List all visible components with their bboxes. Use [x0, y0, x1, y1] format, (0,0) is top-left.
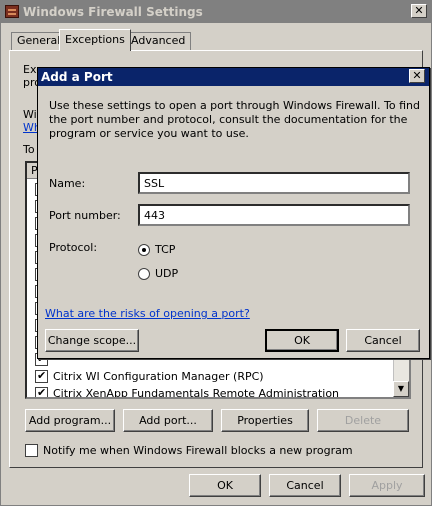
dialog-close-button[interactable]: ✕ [409, 69, 425, 83]
name-field[interactable] [138, 172, 410, 194]
window-titlebar[interactable]: Windows Firewall Settings ✕ [1, 1, 432, 23]
name-label: Name: [49, 177, 86, 190]
add-port-dialog: Add a Port ✕ Use these settings to open … [37, 67, 430, 359]
dialog-description: Use these settings to open a port throug… [49, 99, 420, 140]
dialog-title: Add a Port [41, 70, 113, 84]
notify-label: Notify me when Windows Firewall blocks a… [43, 444, 353, 457]
list-item-checkbox[interactable] [35, 369, 48, 383]
window-title: Windows Firewall Settings [23, 5, 203, 19]
firewall-icon [5, 5, 19, 18]
change-scope-button[interactable]: Change scope... [45, 329, 139, 352]
port-risks-link[interactable]: What are the risks of opening a port? [45, 307, 250, 320]
properties-button[interactable]: Properties [221, 409, 309, 432]
scroll-down-arrow-icon[interactable]: ▼ [393, 381, 409, 397]
ok-button[interactable]: OK [189, 474, 261, 497]
notify-checkbox[interactable] [25, 444, 38, 457]
add-port-button[interactable]: Add port... [123, 409, 213, 432]
protocol-label: Protocol: [49, 241, 98, 254]
list-item-label: Citrix WI Configuration Manager (RPC) [53, 370, 264, 383]
add-program-button[interactable]: Add program... [25, 409, 115, 432]
list-item-label: Citrix XenApp Fundamentals Remote Admini… [53, 387, 340, 399]
dialog-ok-button[interactable]: OK [265, 329, 339, 352]
window-close-button[interactable]: ✕ [411, 4, 427, 18]
cancel-button[interactable]: Cancel [269, 474, 341, 497]
dialog-titlebar[interactable]: Add a Port ✕ [38, 68, 429, 86]
dialog-cancel-button[interactable]: Cancel [346, 329, 420, 352]
port-number-label: Port number: [49, 209, 121, 222]
radio-unselected-icon[interactable] [138, 268, 150, 280]
apply-button[interactable]: Apply [349, 474, 425, 497]
radio-label: UDP [155, 267, 179, 280]
tab-exceptions[interactable]: Exceptions [59, 29, 131, 51]
radio-label: TCP [155, 243, 176, 256]
list-intro-text: To [23, 143, 35, 156]
tab-advanced[interactable]: Advanced [125, 32, 192, 50]
list-item-checkbox[interactable] [35, 386, 48, 397]
radio-selected-icon[interactable] [138, 244, 150, 256]
port-number-field[interactable] [138, 204, 410, 226]
delete-button[interactable]: Delete [317, 409, 409, 432]
